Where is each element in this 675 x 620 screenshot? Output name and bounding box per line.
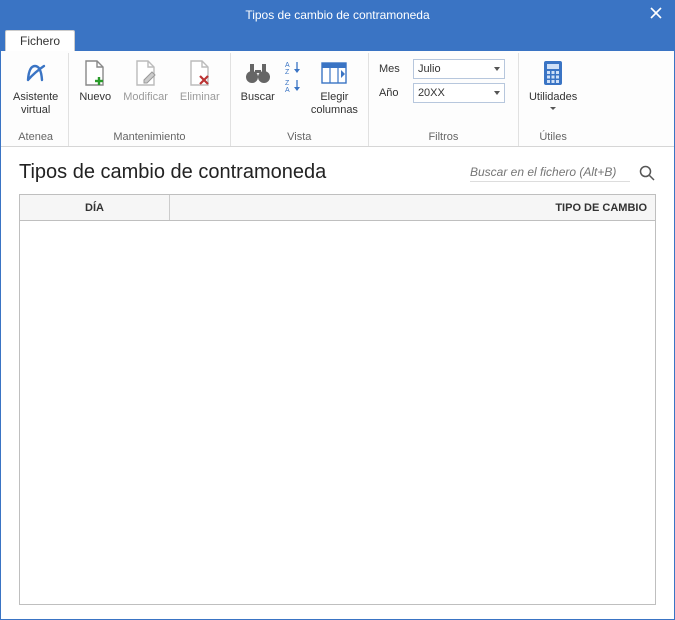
tab-fichero[interactable]: Fichero bbox=[5, 30, 75, 51]
asistente-virtual-button[interactable]: Asistente virtual bbox=[7, 55, 64, 118]
columns-icon bbox=[318, 57, 350, 89]
modificar-label: Modificar bbox=[123, 91, 168, 104]
group-utiles-title: Útiles bbox=[523, 131, 583, 146]
nuevo-label: Nuevo bbox=[79, 91, 111, 104]
eliminar-button[interactable]: Eliminar bbox=[174, 55, 226, 106]
group-filtros: Mes Julio Año 20XX Filt bbox=[369, 53, 519, 146]
sort-desc-icon: Z A bbox=[283, 77, 303, 93]
close-icon bbox=[650, 7, 662, 19]
modificar-button[interactable]: Modificar bbox=[117, 55, 174, 106]
search-icon bbox=[638, 164, 656, 182]
search-button[interactable] bbox=[638, 164, 656, 182]
mes-combo[interactable]: Julio bbox=[413, 59, 505, 79]
chevron-down-icon bbox=[494, 67, 500, 71]
sort-asc-icon: A Z bbox=[283, 59, 303, 75]
nuevo-button[interactable]: Nuevo bbox=[73, 55, 117, 106]
group-atenea: Asistente virtual Atenea bbox=[3, 53, 69, 146]
utilidades-label: Utilidades bbox=[529, 91, 577, 104]
buscar-button[interactable]: Buscar bbox=[235, 55, 281, 106]
chevron-down-icon bbox=[550, 107, 556, 110]
page-title: Tipos de cambio de contramoneda bbox=[19, 161, 326, 184]
svg-text:A: A bbox=[285, 62, 290, 69]
group-vista-title: Vista bbox=[235, 131, 364, 146]
anio-combo[interactable]: 20XX bbox=[413, 83, 505, 103]
buscar-label: Buscar bbox=[241, 91, 275, 104]
alpha-icon bbox=[20, 57, 52, 89]
group-mantenimiento: Nuevo Modificar bbox=[69, 53, 230, 146]
anio-label: Año bbox=[379, 87, 409, 99]
column-tipo-label: TIPO DE CAMBIO bbox=[555, 202, 647, 214]
ribbon-tabs: Fichero bbox=[1, 29, 674, 51]
elegir-columnas-label: Elegir columnas bbox=[311, 91, 358, 116]
ribbon: Asistente virtual Atenea Nue bbox=[1, 51, 674, 147]
group-mantenimiento-title: Mantenimiento bbox=[73, 131, 225, 146]
titlebar: Tipos de cambio de contramoneda bbox=[1, 1, 674, 29]
content-header: Tipos de cambio de contramoneda bbox=[19, 155, 656, 194]
column-dia-label: DÍA bbox=[85, 202, 104, 214]
new-document-icon bbox=[79, 57, 111, 89]
chevron-down-icon bbox=[494, 91, 500, 95]
search-input[interactable] bbox=[470, 163, 630, 182]
group-atenea-title: Atenea bbox=[7, 131, 64, 146]
grid-body[interactable] bbox=[20, 221, 655, 604]
eliminar-label: Eliminar bbox=[180, 91, 220, 104]
group-utiles: Utilidades Útiles bbox=[519, 53, 587, 146]
mes-label: Mes bbox=[379, 63, 409, 75]
edit-document-icon bbox=[130, 57, 162, 89]
column-dia[interactable]: DÍA bbox=[20, 195, 170, 220]
window: Tipos de cambio de contramoneda Fichero bbox=[0, 0, 675, 620]
column-tipo-cambio[interactable]: TIPO DE CAMBIO bbox=[170, 195, 655, 220]
utilidades-button[interactable]: Utilidades bbox=[523, 55, 583, 112]
window-title: Tipos de cambio de contramoneda bbox=[245, 8, 429, 22]
svg-text:A: A bbox=[285, 87, 290, 93]
elegir-columnas-button[interactable]: Elegir columnas bbox=[305, 55, 364, 118]
content-area: Tipos de cambio de contramoneda DÍA TIPO… bbox=[1, 147, 674, 619]
data-grid: DÍA TIPO DE CAMBIO bbox=[19, 194, 656, 605]
search-wrap bbox=[470, 163, 656, 182]
tab-fichero-label: Fichero bbox=[20, 34, 60, 48]
calculator-icon bbox=[537, 57, 569, 89]
grid-header: DÍA TIPO DE CAMBIO bbox=[20, 195, 655, 221]
sort-asc-button[interactable]: A Z bbox=[283, 59, 303, 75]
binoculars-icon bbox=[242, 57, 274, 89]
svg-text:Z: Z bbox=[285, 80, 290, 87]
sort-desc-button[interactable]: Z A bbox=[283, 77, 303, 93]
group-filtros-title: Filtros bbox=[373, 131, 514, 146]
asistente-virtual-label: Asistente virtual bbox=[13, 91, 58, 116]
delete-document-icon bbox=[184, 57, 216, 89]
close-button[interactable] bbox=[644, 3, 668, 23]
anio-value: 20XX bbox=[418, 87, 445, 99]
group-vista: Buscar A Z Z A bbox=[231, 53, 369, 146]
svg-text:Z: Z bbox=[285, 69, 290, 75]
mes-value: Julio bbox=[418, 63, 441, 75]
